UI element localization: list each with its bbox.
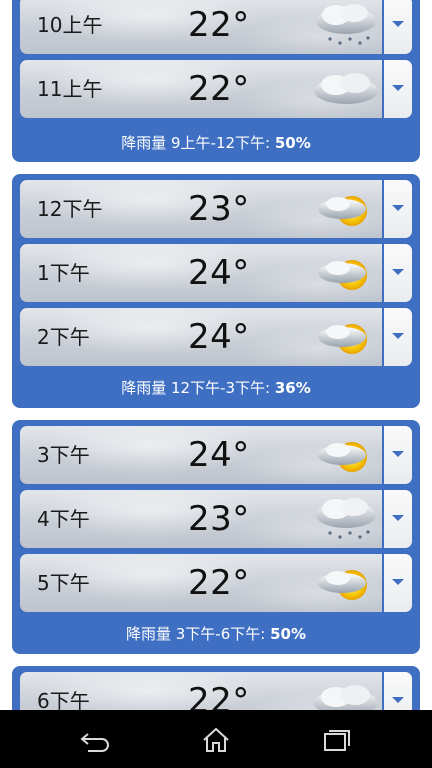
- chevron-down-icon: [392, 697, 404, 703]
- precipitation-summary: 降雨量 3下午-6下午: 50%: [126, 625, 306, 643]
- partly-sunny-icon: [308, 555, 382, 611]
- expand-button[interactable]: [382, 0, 412, 54]
- recent-apps-button[interactable]: [316, 726, 356, 754]
- temperature: 23°: [188, 189, 250, 229]
- temperature: 22°: [188, 5, 250, 45]
- chevron-down-icon: [392, 85, 404, 91]
- temperature: 22°: [188, 681, 250, 710]
- expand-button[interactable]: [382, 60, 412, 118]
- home-icon: [203, 727, 229, 752]
- precipitation-value: 50%: [274, 134, 311, 152]
- hour-label: 4下午: [37, 507, 90, 531]
- partly-sunny-icon: [308, 309, 382, 365]
- hour-label: 3下午: [37, 443, 90, 467]
- expand-button[interactable]: [382, 554, 412, 612]
- hourly-row[interactable]: 1下午 24°: [20, 244, 412, 302]
- precipitation-value: 50%: [270, 625, 306, 643]
- back-icon: [80, 733, 109, 752]
- chevron-down-icon: [392, 333, 404, 339]
- hourly-row[interactable]: 4下午 23°: [20, 490, 412, 548]
- hour-label: 12下午: [37, 197, 103, 221]
- home-button[interactable]: [196, 726, 236, 754]
- temperature: 23°: [188, 499, 250, 539]
- forecast-group: 10上午 22° 11上午 22° 降雨量 9上午-12下午: 50%: [12, 0, 420, 162]
- cloud-icon: [308, 673, 382, 710]
- hour-label: 6下午: [37, 689, 90, 710]
- chevron-down-icon: [392, 579, 404, 585]
- back-button[interactable]: [76, 726, 116, 754]
- expand-button[interactable]: [382, 672, 412, 710]
- system-navigation-bar: [0, 710, 432, 768]
- hourly-row[interactable]: 2下午 24°: [20, 308, 412, 366]
- hour-label: 10上午: [37, 13, 103, 37]
- expand-button[interactable]: [382, 308, 412, 366]
- temperature: 24°: [188, 317, 250, 357]
- partly-sunny-icon: [308, 181, 382, 237]
- temperature: 22°: [188, 563, 250, 603]
- precipitation-value: 36%: [274, 379, 311, 397]
- precipitation-summary: 降雨量 12下午-3下午: 36%: [121, 379, 311, 397]
- hourly-row[interactable]: 12下午 23°: [20, 180, 412, 238]
- hourly-row[interactable]: 3下午 24°: [20, 426, 412, 484]
- expand-button[interactable]: [382, 490, 412, 548]
- temperature: 22°: [188, 69, 250, 109]
- expand-button[interactable]: [382, 244, 412, 302]
- precipitation-summary: 降雨量 9上午-12下午: 50%: [121, 134, 311, 152]
- hourly-row[interactable]: 5下午 22°: [20, 554, 412, 612]
- temperature: 24°: [188, 253, 250, 293]
- expand-button[interactable]: [382, 180, 412, 238]
- hourly-row[interactable]: 10上午 22°: [20, 0, 412, 54]
- chevron-down-icon: [392, 515, 404, 521]
- hour-label: 5下午: [37, 571, 90, 595]
- cloud-rain-icon: [308, 491, 382, 547]
- forecast-group: 6下午 22°: [12, 666, 420, 710]
- hour-label: 1下午: [37, 261, 90, 285]
- cloud-icon: [308, 61, 382, 117]
- recent-apps-icon: [324, 730, 350, 751]
- temperature: 24°: [188, 435, 250, 475]
- chevron-down-icon: [392, 205, 404, 211]
- forecast-group: 3下午 24° 4下午 23° 5下午 22° 降雨量 3下午-6下午: 50%: [12, 420, 420, 654]
- forecast-group: 12下午 23° 1下午 24° 2下午 24° 降雨量 12下午-3下午: 3…: [12, 174, 420, 408]
- hourly-row[interactable]: 6下午 22°: [20, 672, 412, 710]
- chevron-down-icon: [392, 21, 404, 27]
- chevron-down-icon: [392, 269, 404, 275]
- chevron-down-icon: [392, 451, 404, 457]
- expand-button[interactable]: [382, 426, 412, 484]
- hour-label: 2下午: [37, 325, 90, 349]
- hourly-forecast-list[interactable]: 10上午 22° 11上午 22° 降雨量 9上午-12下午: 50% 12下午…: [0, 0, 432, 710]
- hour-label: 11上午: [37, 77, 103, 101]
- hourly-row[interactable]: 11上午 22°: [20, 60, 412, 118]
- partly-sunny-icon: [308, 427, 382, 483]
- cloud-rain-icon: [308, 0, 382, 53]
- partly-sunny-icon: [308, 245, 382, 301]
